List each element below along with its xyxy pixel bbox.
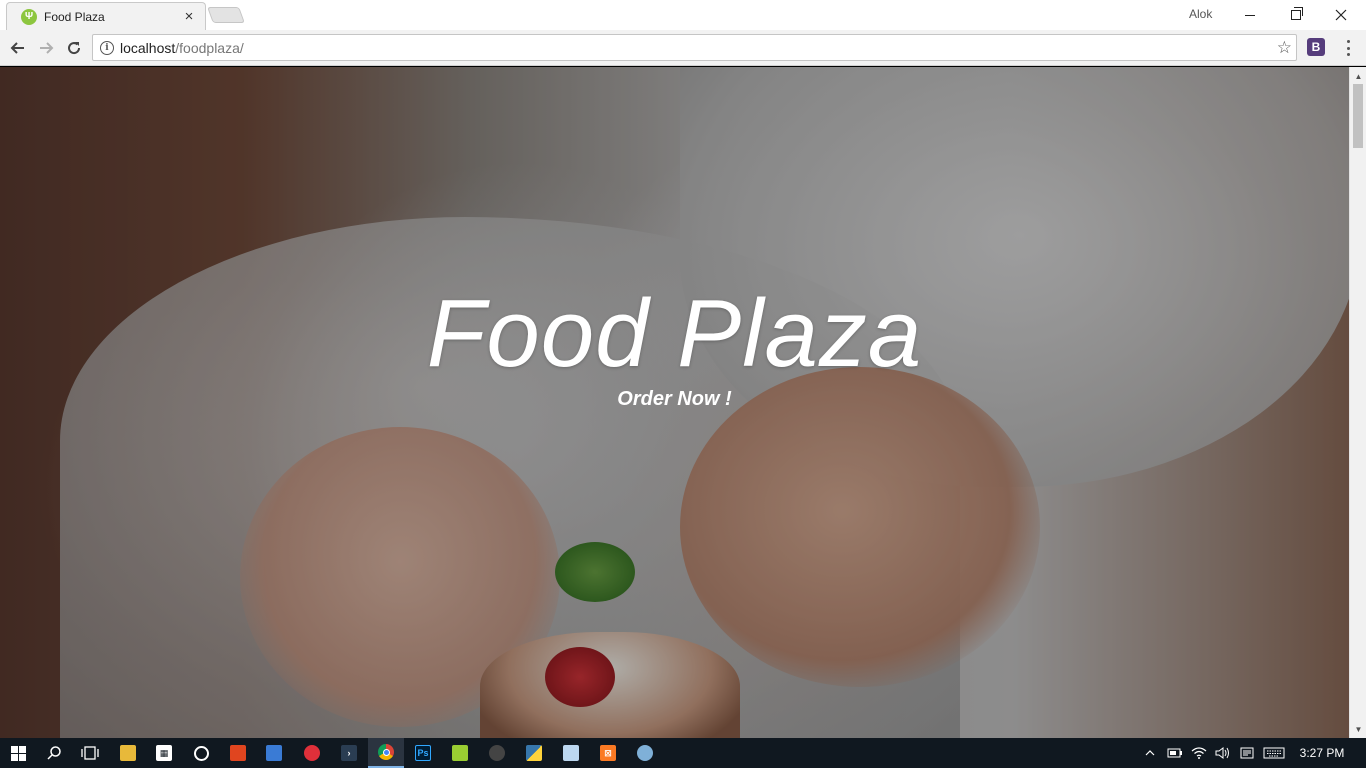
battery-icon[interactable]	[1164, 738, 1186, 768]
search-icon	[47, 746, 61, 760]
task-view-button[interactable]	[72, 738, 108, 768]
reload-button[interactable]	[62, 36, 86, 60]
restore-icon	[1291, 7, 1303, 20]
profile-name[interactable]: Alok	[1189, 7, 1212, 21]
reload-icon	[68, 42, 81, 55]
taskbar-groove[interactable]	[183, 738, 219, 768]
arrow-right-icon	[40, 42, 54, 54]
chevron-up-icon	[1145, 750, 1155, 756]
taskbar-chrome[interactable]	[368, 738, 404, 768]
photoshop-icon: Ps	[415, 745, 431, 761]
notes-icon	[563, 745, 579, 761]
tab-food-plaza[interactable]: Ψ Food Plaza ×	[6, 2, 206, 30]
keyboard-icon[interactable]	[1260, 738, 1288, 768]
url-text[interactable]: localhost/foodplaza/	[120, 40, 244, 56]
taskbar-notes[interactable]	[553, 738, 589, 768]
xampp-icon: ⊠	[600, 745, 616, 761]
remote-desktop-icon	[266, 745, 282, 761]
browser-menu-icon[interactable]	[1340, 38, 1356, 58]
order-now-link[interactable]: Order Now !	[0, 388, 1349, 411]
volume-icon[interactable]	[1212, 738, 1234, 768]
taskbar-office[interactable]	[220, 738, 256, 768]
wifi-icon[interactable]	[1188, 738, 1210, 768]
taskbar-terminal-app[interactable]: ›	[331, 738, 367, 768]
taskbar-store[interactable]: ▦	[146, 738, 182, 768]
fork-knife-icon: Ψ	[21, 8, 37, 25]
windows-icon	[10, 745, 26, 761]
taskbar-notepad[interactable]	[442, 738, 478, 768]
taskbar-file-explorer[interactable]	[110, 738, 146, 768]
start-button[interactable]	[0, 738, 36, 768]
taskbar-photoshop[interactable]: Ps	[405, 738, 441, 768]
target-icon	[304, 745, 320, 761]
restore-button[interactable]	[1273, 0, 1319, 30]
hero-section: Food Plaza Order Now !	[0, 67, 1349, 738]
arrow-left-icon	[10, 42, 24, 54]
terminal-icon: ›	[341, 745, 357, 761]
taskbar-paint[interactable]	[627, 738, 663, 768]
minimize-button[interactable]	[1227, 0, 1273, 30]
store-icon: ▦	[156, 745, 172, 761]
taskbar-target-app[interactable]	[294, 738, 330, 768]
forward-button[interactable]	[34, 36, 58, 60]
bootstrap-extension-icon[interactable]: B	[1307, 38, 1325, 56]
bookmark-star-icon[interactable]: ☆	[1277, 38, 1292, 58]
taskbar-obs[interactable]	[479, 738, 515, 768]
taskbar: ▦ › Ps ⊠ 3:27 PM	[0, 738, 1366, 768]
browser-toolbar: i localhost/foodplaza/ ☆ B	[0, 30, 1366, 66]
office-icon	[230, 745, 246, 761]
tab-title: Food Plaza	[44, 9, 105, 24]
minimize-icon	[1245, 14, 1255, 16]
task-view-icon	[81, 746, 99, 760]
chrome-icon	[378, 744, 394, 760]
paint-icon	[637, 745, 653, 761]
taskbar-remote-desktop[interactable]	[256, 738, 292, 768]
system-clock[interactable]: 3:27 PM	[1290, 738, 1354, 768]
action-center-icon[interactable]	[1236, 738, 1258, 768]
scroll-up-icon[interactable]: ▲	[1350, 69, 1366, 83]
new-tab-button[interactable]	[207, 7, 245, 23]
folder-icon	[120, 745, 136, 761]
back-button[interactable]	[6, 36, 30, 60]
notepad-icon	[452, 745, 468, 761]
browser-titlebar: Ψ Food Plaza × Alok	[0, 0, 1366, 30]
close-icon	[1335, 9, 1347, 21]
show-hidden-icons[interactable]	[1140, 738, 1160, 768]
scroll-down-icon[interactable]: ▼	[1350, 722, 1366, 736]
groove-icon	[193, 745, 209, 761]
taskbar-python[interactable]	[516, 738, 552, 768]
address-bar[interactable]: i localhost/foodplaza/ ☆	[92, 34, 1297, 61]
scroll-thumb[interactable]	[1353, 84, 1363, 148]
close-window-button[interactable]	[1318, 0, 1364, 30]
search-button[interactable]	[36, 738, 72, 768]
obs-icon	[489, 745, 505, 761]
taskbar-xampp[interactable]: ⊠	[590, 738, 626, 768]
hero-title: Food Plaza	[426, 280, 923, 387]
python-icon	[526, 745, 542, 761]
page-scrollbar[interactable]: ▲ ▼	[1349, 67, 1366, 738]
info-icon[interactable]: i	[100, 40, 114, 55]
close-tab-icon[interactable]: ×	[181, 9, 197, 24]
